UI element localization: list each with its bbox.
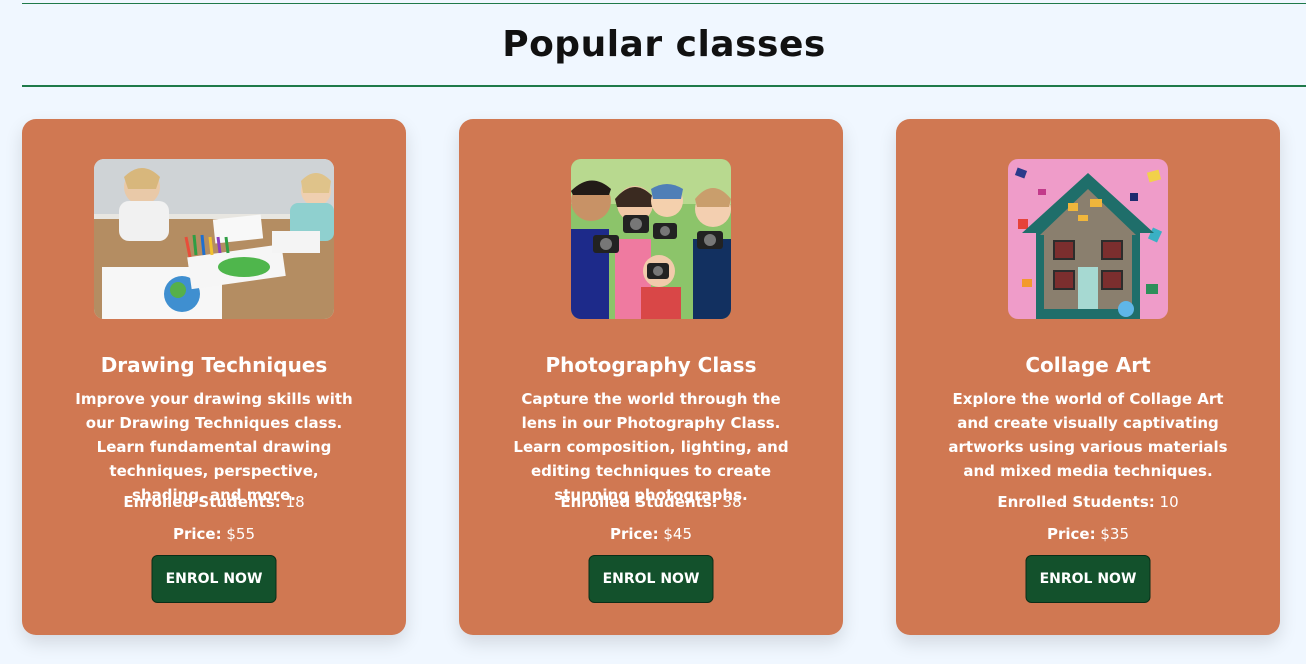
enrol-button[interactable]: ENROL NOW [1025, 555, 1151, 603]
price: Price: $35 [896, 525, 1280, 543]
class-image-drawing [94, 159, 334, 319]
price-value: $35 [1100, 525, 1130, 543]
enrol-button[interactable]: ENROL NOW [588, 555, 714, 603]
class-description: Capture the world through the lens in ou… [513, 390, 789, 504]
enrolled-label: Enrolled Students: [997, 493, 1155, 511]
price-label: Price: [609, 525, 659, 543]
class-card-drawing: Drawing Techniques Improve your drawing … [22, 119, 406, 635]
price-label: Price: [172, 525, 222, 543]
class-title: Drawing Techniques [100, 353, 328, 377]
price: Price: $45 [459, 525, 843, 543]
enrolled-value: 18 [285, 493, 305, 511]
section-title: Popular classes [502, 24, 826, 65]
class-title: Collage Art [1025, 353, 1151, 377]
enrolled-label: Enrolled Students: [123, 493, 281, 511]
price-label: Price: [1046, 525, 1096, 543]
enrolled-label: Enrolled Students: [560, 493, 718, 511]
price-value: $55 [226, 525, 256, 543]
price-value: $45 [663, 525, 693, 543]
class-title: Photography Class [545, 353, 757, 377]
enrolled-value: 38 [722, 493, 742, 511]
class-image-collage [1008, 159, 1168, 319]
class-image-photography [571, 159, 731, 319]
top-divider [22, 3, 1306, 4]
class-card-collage: Collage Art Explore the world of Collage… [896, 119, 1280, 635]
enrolled-count: Enrolled Students: 10 [896, 493, 1280, 511]
price: Price: $55 [22, 525, 406, 543]
class-description: Explore the world of Collage Art and cre… [948, 390, 1228, 480]
enrolled-value: 10 [1159, 493, 1179, 511]
enrolled-count: Enrolled Students: 18 [22, 493, 406, 511]
enrol-button[interactable]: ENROL NOW [151, 555, 277, 603]
title-divider [22, 85, 1306, 87]
class-card-photography: Photography Class Capture the world thro… [459, 119, 843, 635]
enrolled-count: Enrolled Students: 38 [459, 493, 843, 511]
class-description: Improve your drawing skills with our Dra… [75, 390, 353, 504]
